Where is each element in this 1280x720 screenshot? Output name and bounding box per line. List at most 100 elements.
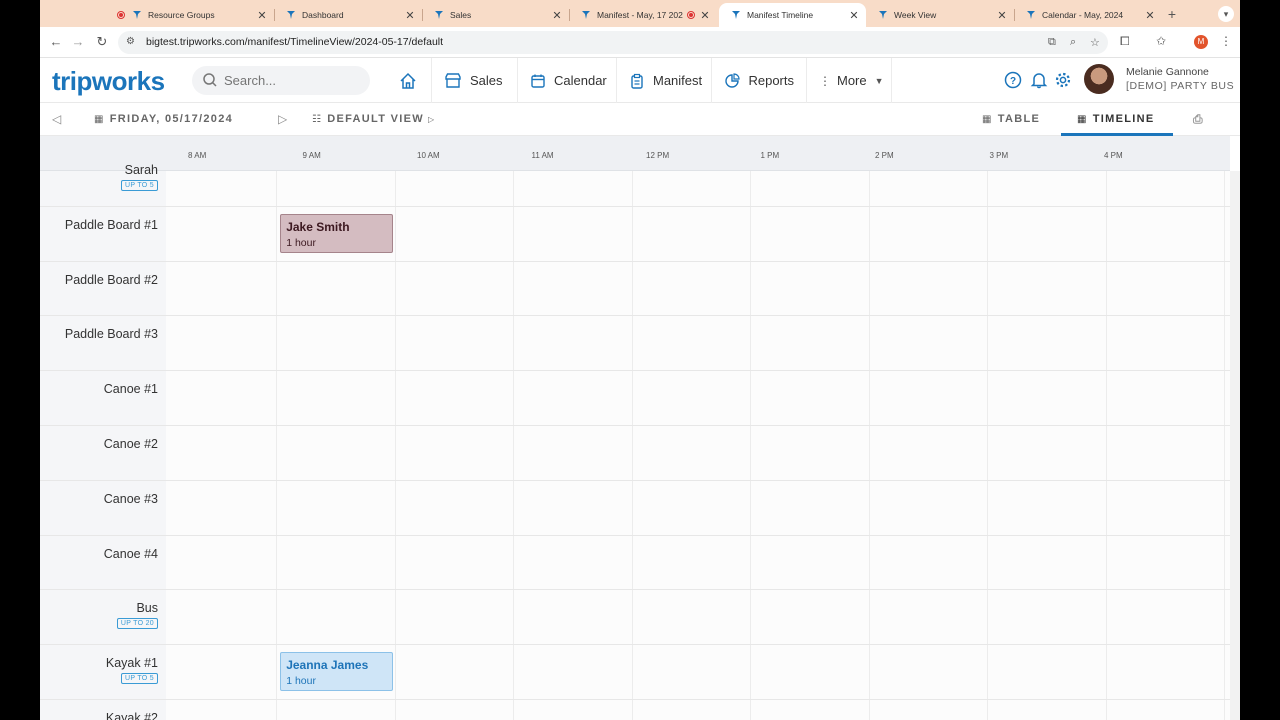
resource-label: Sarah [124,163,158,177]
site-info-icon[interactable]: ⚙ [126,36,135,47]
time-label: 10 AM [417,151,440,160]
zoom-icon[interactable]: ⌕ [1070,36,1076,49]
resource-label: Canoe #2 [103,437,158,451]
view-selector[interactable]: ☷ DEFAULT VIEW ▷ [312,113,435,125]
close-tab-icon[interactable]: ✕ [256,9,268,22]
resource-label: Paddle Board #3 [64,327,158,342]
tab-strip: Resource Groups ✕ Dashboard ✕ Sales ✕ Ma… [40,0,1240,27]
close-tab-icon[interactable]: ✕ [848,9,860,22]
home-icon [400,72,416,89]
capacity-badge: UP TO 5 [121,673,158,685]
nav-reports[interactable]: Reports [712,58,807,103]
booking-duration: 1 hour [286,675,316,688]
new-tab-icon[interactable]: + [1164,6,1180,22]
close-tab-icon[interactable]: ✕ [404,9,416,22]
vertical-scrollbar[interactable] [1230,171,1240,720]
user-name[interactable]: Melanie Gannone [1126,66,1209,78]
time-label: 11 AM [531,151,554,160]
close-tab-icon[interactable]: ✕ [996,9,1008,22]
url-field[interactable]: ⚙ bigtest.tripworks.com/manifest/Timelin… [118,31,1108,54]
booking-block[interactable]: Jeanna James 1 hour [280,652,394,692]
time-label: 4 PM [1104,151,1123,160]
nav-sales[interactable]: Sales [432,58,518,103]
timeline-grid: 8 AM 9 AM 10 AM 11 AM 12 PM 1 PM 2 PM 3 PM 4 PM … [40,136,1240,720]
calendar-icon: ▦ [1077,113,1088,125]
bell-icon[interactable] [1030,71,1048,89]
nav-calendar[interactable]: Calendar [518,58,617,103]
tripworks-favicon-icon [1026,10,1036,20]
resource-labels-column: Sarah UP TO 5 Paddle Board #1 Paddle Board … [40,163,166,720]
resource-label: Paddle Board #2 [64,272,158,287]
search-box[interactable] [192,66,370,95]
browser-tab-manifest-timeline[interactable]: Manifest Timeline ✕ [719,3,866,27]
caret-down-icon: ▼ [874,75,884,86]
tripworks-logo[interactable]: tripworks [52,66,165,97]
clipboard-icon [629,72,645,90]
tripworks-favicon-icon [878,10,888,20]
browser-tab-sales[interactable]: Sales ✕ [422,3,570,27]
search-icon [203,73,217,87]
nav-more[interactable]: ⋮ More ▼ [807,58,892,103]
user-avatar[interactable] [1084,64,1114,94]
gear-icon[interactable] [1054,71,1072,89]
time-label: 3 PM [989,151,1009,160]
browser-menu-icon[interactable]: ⋮ [1220,34,1232,48]
browser-tab-manifest[interactable]: Manifest - May, 17 2024 ✕ [569,3,717,27]
resource-label: Bus [136,601,158,616]
extensions-icon[interactable]: ⧠ [1120,34,1130,49]
close-tab-icon[interactable]: ✕ [699,9,711,22]
more-dots-icon: ⋮ [819,73,831,88]
time-header: 8 AM 9 AM 10 AM 11 AM 12 PM 1 PM 2 PM 3 PM 4 PM [40,136,1230,171]
time-label: 8 AM [188,151,207,160]
time-label: 12 PM [646,151,670,160]
browser-tab-calendar[interactable]: Calendar - May, 2024 ✕ [1014,3,1162,27]
back-icon[interactable]: ← [48,34,64,50]
bookmark-star-icon[interactable]: ☆ [1090,36,1100,49]
help-icon[interactable]: ? [1004,71,1022,89]
resource-label: Canoe #1 [103,382,158,397]
calendar-icon: ▦ [94,113,105,125]
tripworks-favicon-icon [132,10,142,20]
resource-label: Canoe #3 [103,491,158,506]
close-tab-icon[interactable]: ✕ [551,9,563,22]
resource-label: Canoe #4 [103,546,158,561]
booking-name: Jake Smith [286,219,350,234]
capacity-badge: UP TO 5 [121,180,158,191]
capacity-badge: UP TO 20 [116,618,158,630]
forward-icon[interactable]: → [70,34,86,50]
close-tab-icon[interactable]: ✕ [1144,9,1156,22]
booking-block[interactable]: Jake Smith 1 hour [280,213,394,253]
recording-icon [686,10,696,20]
table-icon: ▦ [982,113,993,125]
tab-table[interactable]: ▦ TABLE [982,113,1040,125]
print-icon[interactable]: ⎙ [1193,112,1204,127]
next-day-icon[interactable]: ▷ [278,112,289,126]
search-input[interactable] [224,70,364,91]
install-app-icon[interactable]: ⧉ [1048,36,1056,49]
time-label: 2 PM [875,151,894,160]
nav-home[interactable] [385,58,432,103]
reload-icon[interactable]: ↻ [94,34,110,50]
pie-chart-icon [724,72,740,90]
resource-label: Kayak #2 [105,711,158,720]
tripworks-favicon-icon [286,10,296,20]
tab-search-chevron-icon[interactable]: ▾ [1218,6,1234,22]
tab-timeline[interactable]: ▦ TIMELINE [1077,113,1154,125]
tripworks-favicon-icon [581,10,591,20]
user-org[interactable]: [DEMO] PARTY BUS [1126,80,1236,92]
time-label: 1 PM [760,151,780,160]
date-picker[interactable]: ▦ FRIDAY, 05/17/2024 [94,113,233,125]
resource-label: Paddle Board #1 [64,217,158,232]
prev-day-icon[interactable]: ◁ [52,112,63,126]
browser-tab-dashboard[interactable]: Dashboard ✕ [274,3,423,27]
nav-manifest[interactable]: Manifest [617,58,712,103]
bookmarks-icon[interactable]: ✩ [1156,34,1166,48]
address-bar: ← → ↻ ⚙ bigtest.tripworks.com/manifest/T… [40,27,1240,58]
tripworks-favicon-icon [731,10,741,20]
browser-tab-resource-groups[interactable]: Resource Groups ✕ [104,3,275,27]
resource-label: Kayak #1 [105,656,158,671]
profile-avatar[interactable]: M [1194,35,1208,49]
view-toolbar: ◁ ▦ FRIDAY, 05/17/2024 ▷ ☷ DEFAULT VIEW … [40,103,1240,136]
browser-window: Resource Groups ✕ Dashboard ✕ Sales ✕ Ma… [40,0,1240,720]
browser-tab-week-view[interactable]: Week View ✕ [866,3,1015,27]
